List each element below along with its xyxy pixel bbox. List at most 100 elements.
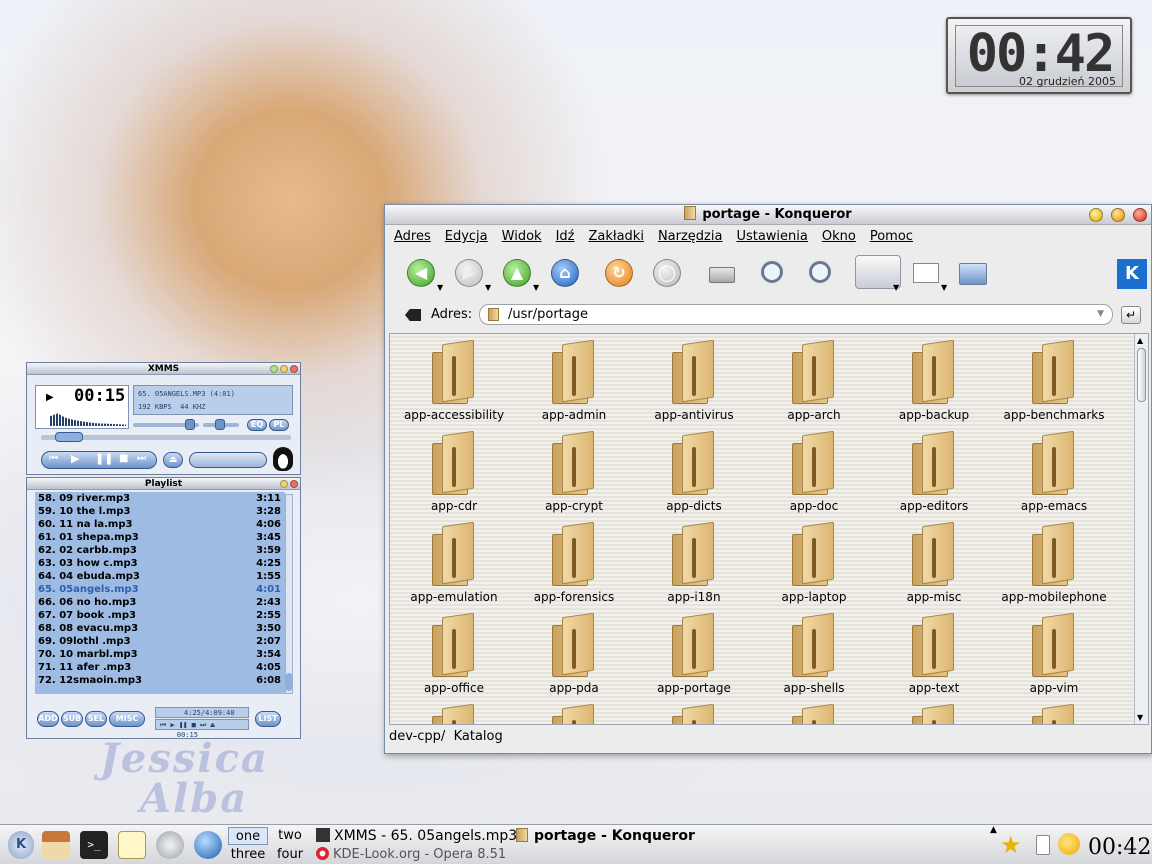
folder-item[interactable] — [994, 702, 1114, 724]
reload-icon[interactable]: ↻ — [605, 259, 633, 287]
folder-item[interactable]: app-office — [394, 611, 514, 701]
playlist-row[interactable]: 69. 09lothl .mp3 2:07 — [35, 635, 285, 648]
maximize-button[interactable] — [1111, 208, 1125, 222]
address-dropdown-icon[interactable]: ▼ — [1097, 305, 1104, 324]
clear-location-icon[interactable] — [405, 309, 421, 321]
desktop-three[interactable]: three — [228, 846, 268, 864]
menu-idz[interactable]: Idź — [549, 225, 582, 249]
star-icon[interactable]: ★ — [1000, 831, 1022, 859]
folder-item[interactable]: app-text — [874, 611, 994, 701]
desktop-one[interactable]: one — [228, 827, 268, 845]
vertical-scrollbar[interactable]: ▲ ▼ — [1134, 334, 1148, 724]
misc-button[interactable]: MISC — [109, 711, 145, 727]
xmms-close-button[interactable] — [290, 365, 298, 373]
playlist-row[interactable]: 70. 10 marbl.mp3 3:54 — [35, 648, 285, 661]
sel-button[interactable]: SEL — [85, 711, 107, 727]
list-button[interactable]: LIST — [255, 711, 281, 727]
folder-item[interactable] — [394, 702, 514, 724]
xmms-minimize-button[interactable] — [270, 365, 278, 373]
konqueror-titlebar[interactable]: portage - Konqueror — [385, 205, 1151, 225]
folder-item[interactable]: app-emulation — [394, 520, 514, 610]
folder-item[interactable]: app-pda — [514, 611, 634, 701]
scrollbar-thumb[interactable] — [1137, 348, 1146, 402]
next-button[interactable]: ⏭ — [137, 453, 146, 464]
playlist-row[interactable]: 63. 03 how c.mp3 4:25 — [35, 557, 285, 570]
xmms-shade-button[interactable] — [280, 365, 288, 373]
play-button[interactable]: ▶ — [71, 452, 79, 465]
playlist-shade-button[interactable] — [280, 480, 288, 488]
kde-menu-icon[interactable]: K — [8, 831, 34, 859]
folder-item[interactable]: app-antivirus — [634, 338, 754, 428]
playlist-row[interactable]: 71. 11 afer .mp3 4:05 — [35, 661, 285, 674]
playlist-row[interactable]: 61. 01 shepa.mp3 3:45 — [35, 531, 285, 544]
forward-dropdown-icon[interactable]: ▼ — [485, 283, 491, 292]
stop-button[interactable]: ■ — [119, 453, 128, 464]
task-opera[interactable]: KDE-Look.org - Opera 8.51 — [316, 847, 506, 862]
zoom-in-icon[interactable] — [761, 261, 783, 283]
playlist-titlebar[interactable]: Playlist — [27, 478, 300, 490]
menu-zakladki[interactable]: Zakładki — [581, 225, 650, 249]
folder-item[interactable]: app-arch — [754, 338, 874, 428]
folder-item[interactable]: app-benchmarks — [994, 338, 1114, 428]
prev-button[interactable]: ⏮ — [49, 453, 58, 464]
folder-item[interactable]: app-portage — [634, 611, 754, 701]
up-icon[interactable]: ▲ — [503, 259, 531, 287]
folder-item[interactable]: app-doc — [754, 429, 874, 519]
playlist-row[interactable]: 64. 04 ebuda.mp3 1:55 — [35, 570, 285, 583]
folder-item[interactable]: app-admin — [514, 338, 634, 428]
playlist-row[interactable]: 62. 02 carbb.mp3 3:59 — [35, 544, 285, 557]
tray-arrow-icon[interactable]: ▲ — [990, 825, 997, 835]
detail-view-icon[interactable] — [913, 263, 939, 283]
playlist-scrollbar[interactable] — [285, 494, 293, 694]
folder-item[interactable]: app-backup — [874, 338, 994, 428]
menu-pomoc[interactable]: Pomoc — [863, 225, 920, 249]
folder-item[interactable]: app-editors — [874, 429, 994, 519]
menu-narzedzia[interactable]: Narzędzia — [651, 225, 730, 249]
stop-icon[interactable]: ◯ — [653, 259, 681, 287]
task-konqueror[interactable]: portage - Konqueror — [516, 828, 695, 844]
playlist-row[interactable]: 60. 11 na la.mp3 4:06 — [35, 518, 285, 531]
shuffle-repeat-controls[interactable] — [189, 452, 267, 468]
xmms-titlebar[interactable]: XMMS — [27, 363, 300, 375]
pl-button[interactable]: PL — [269, 419, 289, 431]
playlist-row[interactable]: 58. 09 river.mp3 3:11 — [35, 492, 285, 505]
folder-item[interactable]: app-crypt — [514, 429, 634, 519]
menu-okno[interactable]: Okno — [815, 225, 863, 249]
home-folder-icon[interactable] — [42, 831, 70, 859]
balance-slider[interactable] — [203, 419, 239, 430]
scroll-down-icon[interactable]: ▼ — [1137, 713, 1143, 722]
forward-icon[interactable]: ▶ — [455, 259, 483, 287]
scroll-up-icon[interactable]: ▲ — [1137, 336, 1143, 345]
folder-item[interactable] — [514, 702, 634, 724]
folder-item[interactable]: app-emacs — [994, 429, 1114, 519]
folder-item[interactable]: app-forensics — [514, 520, 634, 610]
folder-item[interactable]: app-cdr — [394, 429, 514, 519]
folder-item[interactable]: app-accessibility — [394, 338, 514, 428]
address-input[interactable]: /usr/portage ▼ — [479, 304, 1113, 325]
preview-icon[interactable] — [959, 263, 987, 285]
desktop-four[interactable]: four — [270, 846, 310, 864]
volume-slider[interactable] — [133, 419, 199, 430]
add-button[interactable]: ADD — [37, 711, 59, 727]
menu-widok[interactable]: Widok — [495, 225, 549, 249]
detail-view-dropdown-icon[interactable]: ▼ — [941, 283, 947, 292]
desktop-two[interactable]: two — [270, 827, 310, 845]
playlist-mini-controls[interactable]: ⏮ ▶ ❚❚ ■ ⏭ ⏏ 00:15 — [155, 719, 249, 739]
print-icon[interactable] — [709, 267, 735, 283]
menu-edycja[interactable]: Edycja — [438, 225, 495, 249]
pause-button[interactable]: ❚❚ — [95, 452, 113, 465]
folder-item[interactable]: app-mobilephone — [994, 520, 1114, 610]
playlist-row[interactable]: 68. 08 evacu.mp3 3:50 — [35, 622, 285, 635]
back-icon[interactable]: ◀ — [407, 259, 435, 287]
taskbar-clock[interactable]: 00:42 — [1088, 835, 1151, 860]
menu-ustawienia[interactable]: Ustawienia — [729, 225, 814, 249]
terminal-icon[interactable]: >_ — [80, 831, 108, 859]
zoom-out-icon[interactable] — [809, 261, 831, 283]
back-dropdown-icon[interactable]: ▼ — [437, 283, 443, 292]
minimize-button[interactable] — [1089, 208, 1103, 222]
playlist-row[interactable]: 67. 07 book .mp3 2:55 — [35, 609, 285, 622]
close-button[interactable] — [1133, 208, 1147, 222]
browser-icon[interactable] — [156, 831, 184, 859]
task-xmms[interactable]: XMMS - 65. 05angels.mp3 — [316, 828, 517, 844]
eq-button[interactable]: EQ — [247, 419, 267, 431]
